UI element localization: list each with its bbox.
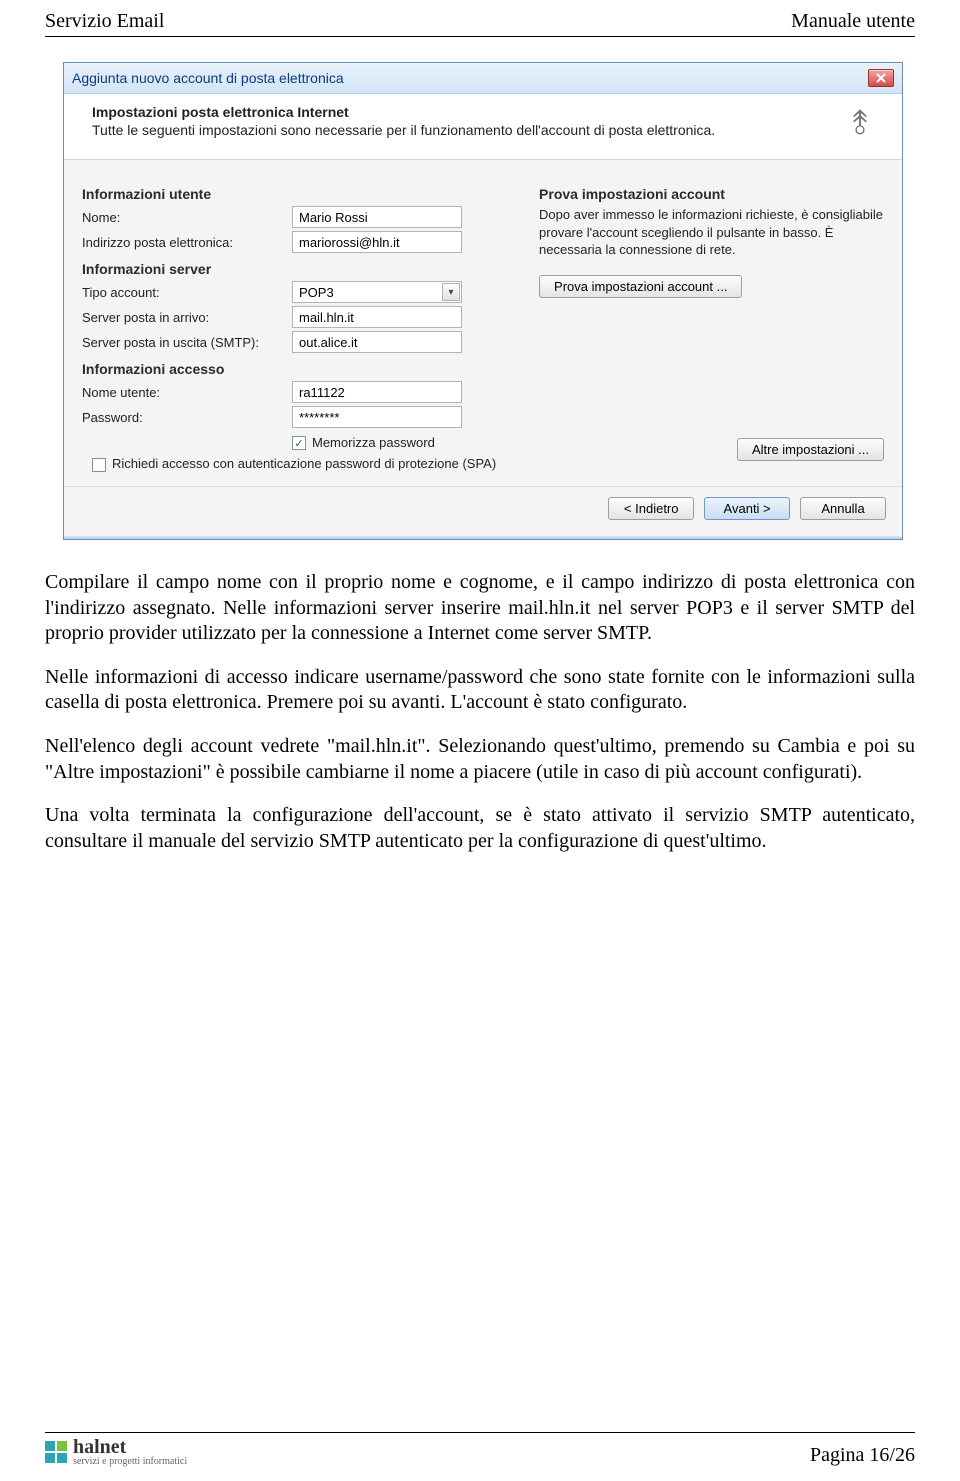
paragraph-4: Una volta terminata la configurazione de… xyxy=(45,803,915,854)
username-field[interactable] xyxy=(292,381,462,403)
dialog-title-text: Aggiunta nuovo account di posta elettron… xyxy=(72,70,344,86)
close-button[interactable] xyxy=(868,69,894,87)
password-label: Password: xyxy=(82,410,292,425)
next-button[interactable]: Avanti > xyxy=(704,497,790,520)
more-settings-button[interactable]: Altre impostazioni ... xyxy=(737,438,884,461)
username-label: Nome utente: xyxy=(82,385,292,400)
user-info-heading: Informazioni utente xyxy=(82,186,521,202)
dialog-banner: Impostazioni posta elettronica Internet … xyxy=(64,94,902,160)
paragraph-3: Nell'elenco degli account vedrete "mail.… xyxy=(45,734,915,785)
brand-logo: halnet servizi e progetti informatici xyxy=(45,1437,187,1467)
doc-footer: halnet servizi e progetti informatici Pa… xyxy=(45,1432,915,1467)
incoming-server-field[interactable] xyxy=(292,306,462,328)
page-number: Pagina 16/26 xyxy=(810,1444,915,1467)
account-type-select[interactable]: ▾ xyxy=(292,281,462,303)
doc-header: Servizio Email Manuale utente xyxy=(45,10,915,37)
paragraph-2: Nelle informazioni di accesso indicare u… xyxy=(45,665,915,716)
logo-icon xyxy=(45,1441,67,1463)
logo-tagline: servizi e progetti informatici xyxy=(73,1457,187,1467)
account-type-value[interactable] xyxy=(292,281,462,303)
outgoing-server-field[interactable] xyxy=(292,331,462,353)
pointer-icon: ⥉ xyxy=(852,104,874,143)
incoming-server-label: Server posta in arrivo: xyxy=(82,310,292,325)
spa-label: Richiedi accesso con autenticazione pass… xyxy=(112,456,496,471)
server-info-heading: Informazioni server xyxy=(82,261,521,277)
banner-subtitle: Tutte le seguenti impostazioni sono nece… xyxy=(92,122,715,138)
email-account-dialog: Aggiunta nuovo account di posta elettron… xyxy=(63,62,903,540)
paragraph-1: Compilare il campo nome con il proprio n… xyxy=(45,570,915,647)
remember-password-checkbox[interactable]: ✓ xyxy=(292,436,306,450)
test-settings-button[interactable]: Prova impostazioni account ... xyxy=(539,275,742,298)
test-settings-heading: Prova impostazioni account xyxy=(539,186,884,202)
test-settings-description: Dopo aver immesso le informazioni richie… xyxy=(539,206,884,259)
banner-title: Impostazioni posta elettronica Internet xyxy=(92,104,349,120)
logo-brand-text: halnet xyxy=(73,1437,187,1457)
remember-password-label: Memorizza password xyxy=(312,435,435,450)
name-label: Nome: xyxy=(82,210,292,225)
account-type-label: Tipo account: xyxy=(82,285,292,300)
back-button[interactable]: < Indietro xyxy=(608,497,694,520)
doc-header-right: Manuale utente xyxy=(791,10,915,33)
email-field[interactable] xyxy=(292,231,462,253)
doc-header-left: Servizio Email xyxy=(45,10,164,33)
document-body: Compilare il campo nome con il proprio n… xyxy=(45,570,915,854)
email-label: Indirizzo posta elettronica: xyxy=(82,235,292,250)
close-icon xyxy=(876,73,886,83)
password-field[interactable] xyxy=(292,406,462,428)
dialog-footer: < Indietro Avanti > Annulla xyxy=(64,486,902,536)
chevron-down-icon: ▾ xyxy=(442,283,460,301)
name-field[interactable] xyxy=(292,206,462,228)
spa-checkbox[interactable] xyxy=(92,458,106,472)
dialog-title-bar: Aggiunta nuovo account di posta elettron… xyxy=(64,63,902,94)
cancel-button[interactable]: Annulla xyxy=(800,497,886,520)
access-info-heading: Informazioni accesso xyxy=(82,361,521,377)
outgoing-server-label: Server posta in uscita (SMTP): xyxy=(82,335,292,350)
